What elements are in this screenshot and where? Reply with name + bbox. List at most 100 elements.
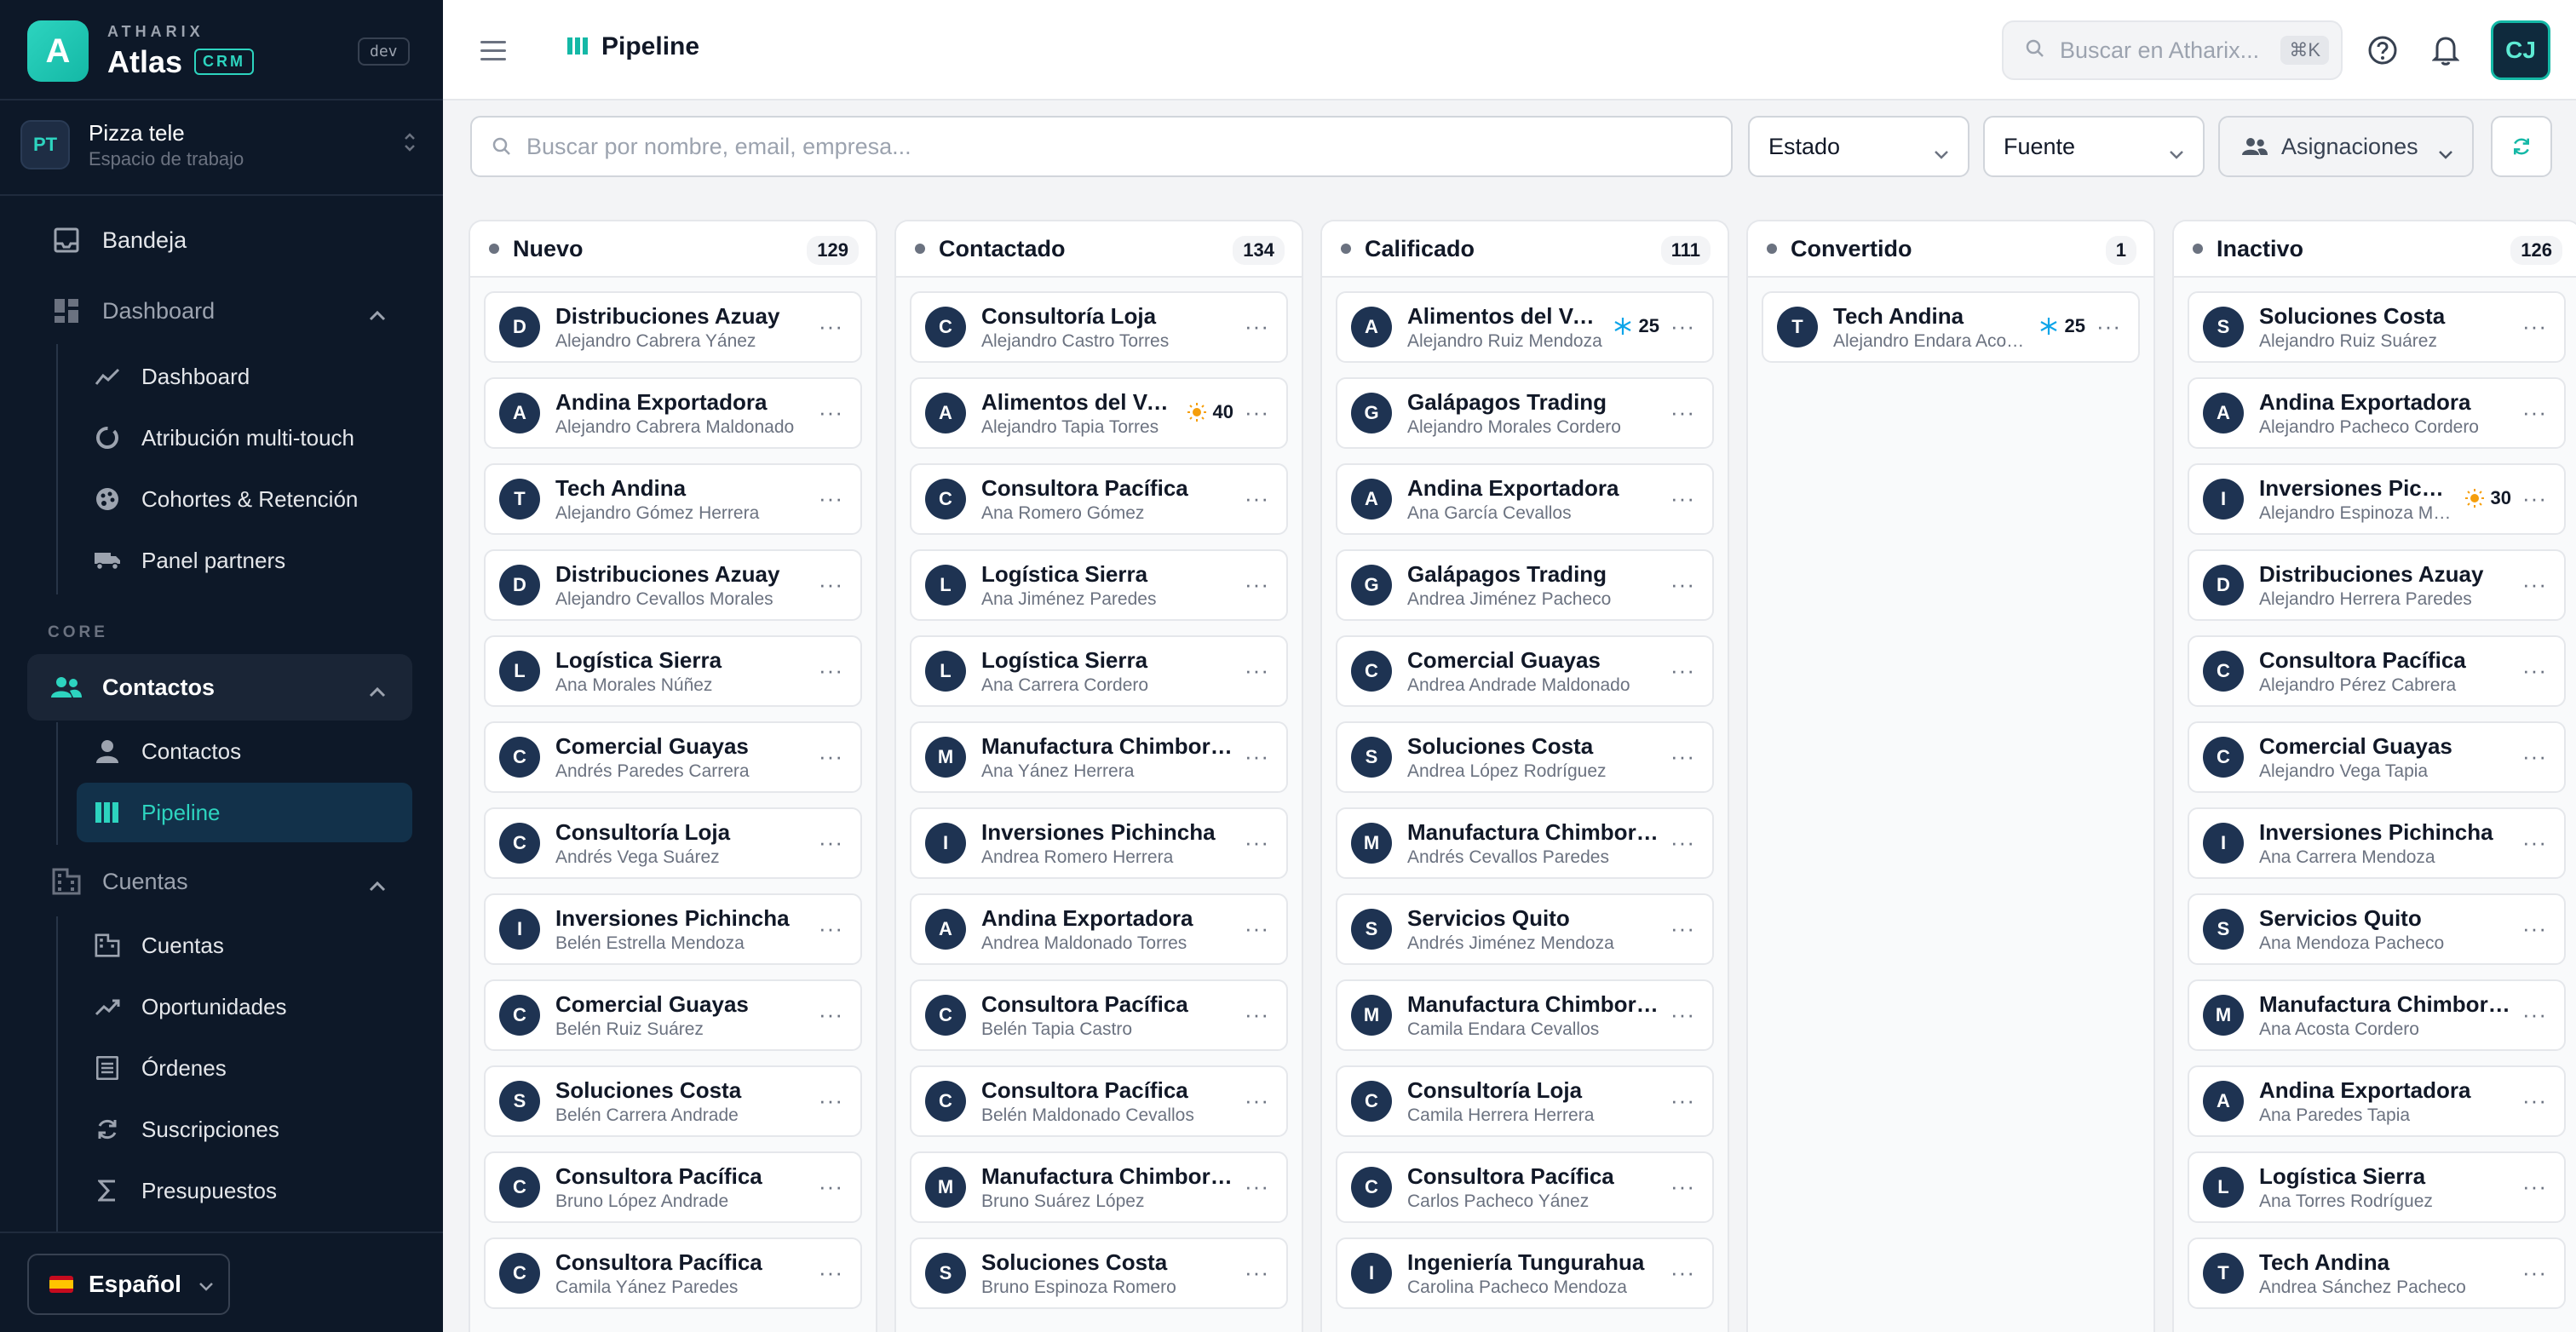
more-options-icon[interactable]: ··· bbox=[819, 659, 843, 681]
more-options-icon[interactable]: ··· bbox=[819, 1175, 843, 1197]
lead-card[interactable]: C Comercial Guayas Andrea Andrade Maldonad… bbox=[1336, 635, 1714, 707]
more-options-icon[interactable]: ··· bbox=[1670, 573, 1695, 595]
lead-card[interactable]: C Consultora Pacífica Alejandro Pérez Cabr… bbox=[2188, 635, 2566, 707]
more-options-icon[interactable]: ··· bbox=[2096, 315, 2121, 337]
more-options-icon[interactable]: ··· bbox=[819, 917, 843, 939]
more-options-icon[interactable]: ··· bbox=[1245, 745, 1269, 767]
more-options-icon[interactable]: ··· bbox=[1245, 1089, 1269, 1111]
lead-card[interactable]: S Soluciones Costa Andrea López Rodríguez ·… bbox=[1336, 721, 1714, 793]
more-options-icon[interactable]: ··· bbox=[1245, 917, 1269, 939]
bell-icon[interactable] bbox=[2428, 32, 2464, 68]
lead-card[interactable]: M Manufactura Chimborazo Bruno Suárez Lópe… bbox=[910, 1151, 1288, 1223]
sidebar-item-quotes[interactable]: Presupuestos bbox=[77, 1161, 412, 1220]
sidebar-item-opportunities[interactable]: Oportunidades bbox=[77, 977, 412, 1036]
nav-group-dashboard[interactable]: Dashboard bbox=[27, 278, 412, 344]
more-options-icon[interactable]: ··· bbox=[1670, 487, 1695, 509]
source-filter[interactable]: Fuente bbox=[1983, 116, 2205, 177]
lead-card[interactable]: C Consultoría Loja Andrés Vega Suárez ··· bbox=[484, 807, 862, 879]
sidebar-item-dashboard[interactable]: Dashboard bbox=[77, 347, 412, 406]
more-options-icon[interactable]: ··· bbox=[819, 487, 843, 509]
lead-card[interactable]: L Logística Sierra Ana Jiménez Paredes ··· bbox=[910, 549, 1288, 621]
lead-card[interactable]: G Galápagos Trading Alejandro Morales Cord… bbox=[1336, 377, 1714, 449]
lead-card[interactable]: D Distribuciones Azuay Alejandro Herrera P… bbox=[2188, 549, 2566, 621]
refresh-button[interactable] bbox=[2491, 116, 2552, 177]
lead-card[interactable]: M Manufactura Chimborazo Ana Acosta Corder… bbox=[2188, 979, 2566, 1051]
lead-card[interactable]: L Logística Sierra Ana Torres Rodríguez ··· bbox=[2188, 1151, 2566, 1223]
lead-card[interactable]: A Alimentos del Valle Alejandro Tapia Torr… bbox=[910, 377, 1288, 449]
lead-card[interactable]: C Consultoría Loja Alejandro Castro Torres… bbox=[910, 291, 1288, 363]
lead-card[interactable]: C Consultora Pacífica Carlos Pacheco Yánez… bbox=[1336, 1151, 1714, 1223]
more-options-icon[interactable]: ··· bbox=[2522, 831, 2547, 853]
nav-inbox[interactable]: Bandeja bbox=[27, 207, 412, 273]
lead-card[interactable]: A Andina Exportadora Ana García Cevallos ··… bbox=[1336, 463, 1714, 535]
more-options-icon[interactable]: ··· bbox=[819, 831, 843, 853]
lead-card[interactable]: A Andina Exportadora Alejandro Cabrera Mal… bbox=[484, 377, 862, 449]
lead-card[interactable]: I Inversiones PichinchaAlejandro Espinoza… bbox=[2188, 463, 2566, 535]
sidebar-item-subscriptions[interactable]: Suscripciones bbox=[77, 1099, 412, 1159]
lead-card[interactable]: C Comercial Guayas Alejandro Vega Tapia ··· bbox=[2188, 721, 2566, 793]
more-options-icon[interactable]: ··· bbox=[1245, 401, 1269, 423]
sidebar-item-attribution[interactable]: Atribución multi-touch bbox=[77, 408, 412, 468]
lead-card[interactable]: A Andina Exportadora Alejandro Pacheco Cor… bbox=[2188, 377, 2566, 449]
lead-card[interactable]: I Inversiones Pichincha Andrea Romero Herr… bbox=[910, 807, 1288, 879]
lead-card[interactable]: M Manufactura Chimborazo Andrés Cevallos P… bbox=[1336, 807, 1714, 879]
more-options-icon[interactable]: ··· bbox=[819, 745, 843, 767]
lead-card[interactable]: C Consultora Pacífica Belén Maldonado Ceva… bbox=[910, 1065, 1288, 1137]
more-options-icon[interactable]: ··· bbox=[2522, 745, 2547, 767]
lead-card[interactable]: I Inversiones Pichincha Belén Estrella Men… bbox=[484, 893, 862, 965]
lead-card[interactable]: M Manufactura Chimborazo Ana Yánez Herrera… bbox=[910, 721, 1288, 793]
lead-card[interactable]: S Soluciones Costa Bruno Espinoza Romero ··… bbox=[910, 1237, 1288, 1309]
lead-card[interactable]: S Servicios Quito Ana Mendoza Pacheco ··· bbox=[2188, 893, 2566, 965]
lead-card[interactable]: S Soluciones Costa Belén Carrera Andrade ··… bbox=[484, 1065, 862, 1137]
more-options-icon[interactable]: ··· bbox=[1245, 487, 1269, 509]
more-options-icon[interactable]: ··· bbox=[2522, 1261, 2547, 1283]
more-options-icon[interactable]: ··· bbox=[2522, 1003, 2547, 1025]
more-options-icon[interactable]: ··· bbox=[1670, 1261, 1695, 1283]
more-options-icon[interactable]: ··· bbox=[1670, 1003, 1695, 1025]
more-options-icon[interactable]: ··· bbox=[1245, 1175, 1269, 1197]
more-options-icon[interactable]: ··· bbox=[1670, 917, 1695, 939]
more-options-icon[interactable]: ··· bbox=[2522, 917, 2547, 939]
lead-card[interactable]: A Alimentos del Valle Alejandro Ruiz Mendo… bbox=[1336, 291, 1714, 363]
more-options-icon[interactable]: ··· bbox=[1245, 1261, 1269, 1283]
lead-card[interactable]: M Manufactura Chimborazo Camila Endara Cev… bbox=[1336, 979, 1714, 1051]
more-options-icon[interactable]: ··· bbox=[2522, 1089, 2547, 1111]
more-options-icon[interactable]: ··· bbox=[1245, 573, 1269, 595]
lead-card[interactable]: C Consultora Pacífica Belén Tapia Castro ··… bbox=[910, 979, 1288, 1051]
more-options-icon[interactable]: ··· bbox=[1670, 1089, 1695, 1111]
more-options-icon[interactable]: ··· bbox=[1245, 831, 1269, 853]
lead-card[interactable]: D Distribuciones Azuay Alejandro Cevallos … bbox=[484, 549, 862, 621]
more-options-icon[interactable]: ··· bbox=[1670, 831, 1695, 853]
brand[interactable]: A ATHARIX Atlas CRM bbox=[27, 20, 255, 82]
contact-search-input[interactable]: Buscar por nombre, email, empresa... bbox=[470, 116, 1733, 177]
sidebar-item-accounts[interactable]: Cuentas bbox=[77, 916, 412, 975]
language-selector[interactable]: Español bbox=[27, 1254, 230, 1315]
sidebar-item-pipeline[interactable]: Pipeline bbox=[77, 783, 412, 842]
more-options-icon[interactable]: ··· bbox=[2522, 315, 2547, 337]
sidebar-item-orders[interactable]: Órdenes bbox=[77, 1038, 412, 1098]
more-options-icon[interactable]: ··· bbox=[2522, 401, 2547, 423]
lead-card[interactable]: L Logística Sierra Ana Carrera Cordero ··· bbox=[910, 635, 1288, 707]
nav-group-contacts[interactable]: Contactos bbox=[27, 654, 412, 721]
sidebar-item-contacts[interactable]: Contactos bbox=[77, 721, 412, 781]
more-options-icon[interactable]: ··· bbox=[2522, 573, 2547, 595]
more-options-icon[interactable]: ··· bbox=[819, 401, 843, 423]
lead-card[interactable]: T Tech Andina Andrea Sánchez Pacheco ··· bbox=[2188, 1237, 2566, 1309]
workspace-switcher[interactable]: PT Pizza tele Espacio de trabajo bbox=[20, 118, 423, 172]
more-options-icon[interactable]: ··· bbox=[2522, 487, 2547, 509]
more-options-icon[interactable]: ··· bbox=[2522, 659, 2547, 681]
lead-card[interactable]: A Andina Exportadora Andrea Maldonado Torr… bbox=[910, 893, 1288, 965]
more-options-icon[interactable]: ··· bbox=[1670, 315, 1695, 337]
status-filter[interactable]: Estado bbox=[1748, 116, 1969, 177]
user-avatar[interactable]: CJ bbox=[2491, 20, 2550, 80]
more-options-icon[interactable]: ··· bbox=[1670, 745, 1695, 767]
lead-card[interactable]: T Tech Andina Alejandro Endara Acosta 25 ··· bbox=[1762, 291, 2140, 363]
lead-card[interactable]: S Soluciones Costa Alejandro Ruiz Suárez ··… bbox=[2188, 291, 2566, 363]
lead-card[interactable]: I Ingeniería Tungurahua Carolina Pacheco M… bbox=[1336, 1237, 1714, 1309]
sidebar-item-partners[interactable]: Panel partners bbox=[77, 531, 412, 590]
lead-card[interactable]: D Distribuciones Azuay Alejandro Cabrera Y… bbox=[484, 291, 862, 363]
more-options-icon[interactable]: ··· bbox=[1245, 1003, 1269, 1025]
more-options-icon[interactable]: ··· bbox=[1670, 401, 1695, 423]
more-options-icon[interactable]: ··· bbox=[819, 315, 843, 337]
sidebar-item-cohorts[interactable]: Cohortes & Retención bbox=[77, 469, 412, 529]
